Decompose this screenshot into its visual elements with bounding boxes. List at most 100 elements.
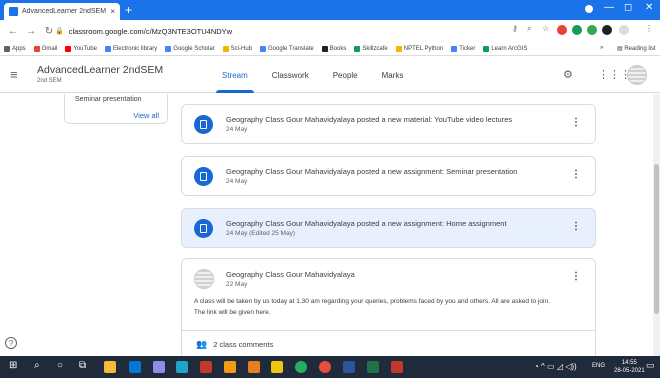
lock-icon[interactable]: 🔒 (55, 27, 64, 35)
tab-close-icon[interactable]: × (110, 7, 115, 16)
bookmark-google-translate[interactable]: Google Translate (260, 45, 314, 52)
stream-post[interactable]: Geography Class Gour Mahavidyalaya poste… (181, 104, 596, 144)
bookmark-nptel-python[interactable]: NPTEL Python (395, 45, 443, 52)
extension-icon[interactable] (587, 25, 597, 35)
taskbar-clock[interactable]: 14:55 28-05-2021 (614, 359, 645, 375)
view-all-link[interactable]: View all (133, 111, 159, 120)
profile-icon[interactable] (585, 5, 593, 13)
address-bar[interactable]: 🔒 classroom.google.com/c/MzQ3NTE3OTU4NDY… (55, 23, 535, 39)
skillzcafe-icon (354, 45, 361, 52)
class-settings-gear-icon[interactable]: ⚙ (563, 68, 573, 81)
windows-start-icon[interactable]: ⊞ (9, 360, 17, 371)
file-manager-icon[interactable] (224, 361, 236, 373)
chrome-menu-icon[interactable]: ⋮ (645, 24, 653, 33)
new-tab-button[interactable]: + (125, 4, 132, 16)
task-view-icon[interactable]: ⧉ (79, 360, 86, 371)
youtube-icon (65, 45, 72, 52)
page-scrollbar[interactable] (653, 94, 660, 356)
announcement-card: Geography Class Gour Mahavidyalaya 22 Ma… (181, 258, 596, 356)
minimize-button[interactable]: — (604, 2, 614, 13)
tab-stream[interactable]: Stream (210, 57, 260, 93)
assignment-icon (194, 167, 213, 186)
reload-icon[interactable]: ↻ (44, 26, 54, 37)
pdf-reader-icon[interactable] (391, 361, 403, 373)
upcoming-card: Seminar presentation View all (64, 94, 168, 124)
stream-post[interactable]: Geography Class Gour Mahavidyalaya poste… (181, 208, 596, 248)
key-icon[interactable]: ⚷ (512, 24, 518, 33)
maximize-button[interactable]: ◻ (624, 2, 632, 13)
author-avatar (194, 269, 214, 289)
bookmark-youtube[interactable]: YouTube (65, 45, 97, 52)
excel-icon[interactable] (367, 361, 379, 373)
tab-people[interactable]: People (321, 57, 370, 93)
bookmark-skillzcafe[interactable]: Skillzcafe (354, 45, 388, 52)
bookmark-sci-hub[interactable]: Sci-Hub (222, 45, 252, 52)
file-explorer-icon[interactable] (129, 361, 141, 373)
post-title: Geography Class Gour Mahavidyalaya poste… (226, 115, 513, 124)
reading-list-label: Reading list (624, 46, 656, 52)
bookmark-electronic-library[interactable]: Electronic library (104, 45, 157, 52)
firefox-icon[interactable] (248, 361, 260, 373)
zoom-icon[interactable]: ⌕ (527, 24, 531, 34)
scrollbar-thumb[interactable] (654, 164, 659, 314)
back-icon[interactable]: ← (8, 26, 18, 37)
edge-icon[interactable] (176, 361, 188, 373)
stream-post[interactable]: Geography Class Gour Mahavidyalaya poste… (181, 156, 596, 196)
class-title[interactable]: AdvancedLearner 2ndSEM (37, 64, 163, 76)
bookmarks-bar: Apps Gmail YouTube Electronic library Go… (0, 42, 660, 56)
class-tabs: Stream Classwork People Marks (210, 57, 415, 93)
more-bookmarks-icon[interactable]: » (600, 45, 603, 51)
search-icon[interactable]: ⌕ (34, 360, 40, 371)
weather-app-icon[interactable] (104, 361, 116, 373)
extension-icon[interactable] (557, 25, 567, 35)
reading-list-button[interactable]: ▤ Reading list (617, 45, 656, 52)
close-window-button[interactable]: ✕ (645, 2, 653, 13)
bookmark-google-scholar[interactable]: Google Scholar (165, 45, 215, 52)
class-comments-link[interactable]: 👥 2 class comments (196, 339, 273, 350)
more-options-icon[interactable]: ⋮ (571, 221, 581, 232)
url-text[interactable]: classroom.google.com/c/MzQ3NTE3OTU4NDYw (69, 27, 232, 36)
apps-grid-icon (4, 45, 10, 52)
bookmark-star-icon[interactable]: ☆ (542, 24, 549, 33)
extension-icon[interactable] (572, 25, 582, 35)
whatsapp-icon[interactable] (295, 361, 307, 373)
language-indicator[interactable]: ENG (592, 363, 605, 369)
main-menu-icon[interactable]: ≡ (10, 67, 18, 82)
word-icon[interactable] (343, 361, 355, 373)
bookmark-ticker[interactable]: Ticker (451, 45, 475, 52)
app-icon[interactable] (271, 361, 283, 373)
tab-classwork[interactable]: Classwork (260, 57, 321, 93)
chrome-icon[interactable] (319, 361, 331, 373)
post-date: 24 May (226, 178, 248, 185)
post-title: Geography Class Gour Mahavidyalaya poste… (226, 219, 507, 228)
material-icon (194, 115, 213, 134)
app-icon[interactable] (153, 361, 165, 373)
clock-date: 28-05-2021 (614, 368, 645, 374)
cortana-icon[interactable]: ○ (57, 360, 63, 371)
upcoming-item[interactable]: Seminar presentation (75, 96, 142, 103)
class-comments-label: 2 class comments (213, 340, 274, 349)
more-options-icon[interactable]: ⋮ (571, 169, 581, 180)
post-date: 24 May (Edited 25 May) (226, 230, 296, 237)
bookmark-apps[interactable]: Apps (4, 45, 26, 52)
nptel-icon (395, 45, 402, 52)
profile-avatar[interactable] (619, 25, 629, 35)
more-options-icon[interactable]: ⋮ (571, 271, 581, 282)
announcement-body: A class will be taken by us today at 1.3… (194, 296, 589, 318)
app-icon[interactable] (200, 361, 212, 373)
extensions-puzzle-icon[interactable] (602, 25, 612, 35)
account-avatar[interactable] (627, 65, 647, 85)
bookmark-learn-arcgis[interactable]: Learn ArcGIS (483, 45, 527, 52)
notification-icon[interactable]: ▭ (646, 360, 655, 371)
assignment-icon (194, 219, 213, 238)
post-title: Geography Class Gour Mahavidyalaya poste… (226, 167, 518, 176)
tab-marks[interactable]: Marks (370, 57, 416, 93)
clock-time: 14:55 (621, 360, 637, 366)
forward-icon[interactable]: → (26, 26, 36, 37)
system-tray-icons[interactable]: ◔ ^ ▭ ◿ ◁)) (534, 362, 577, 371)
more-options-icon[interactable]: ⋮ (571, 117, 581, 128)
bookmark-gmail[interactable]: Gmail (33, 45, 57, 52)
bookmark-books[interactable]: Books (321, 45, 346, 52)
browser-tab[interactable]: AdvancedLearner 2ndSEM 2nd S × (4, 3, 120, 20)
help-icon[interactable]: ? (5, 337, 17, 349)
